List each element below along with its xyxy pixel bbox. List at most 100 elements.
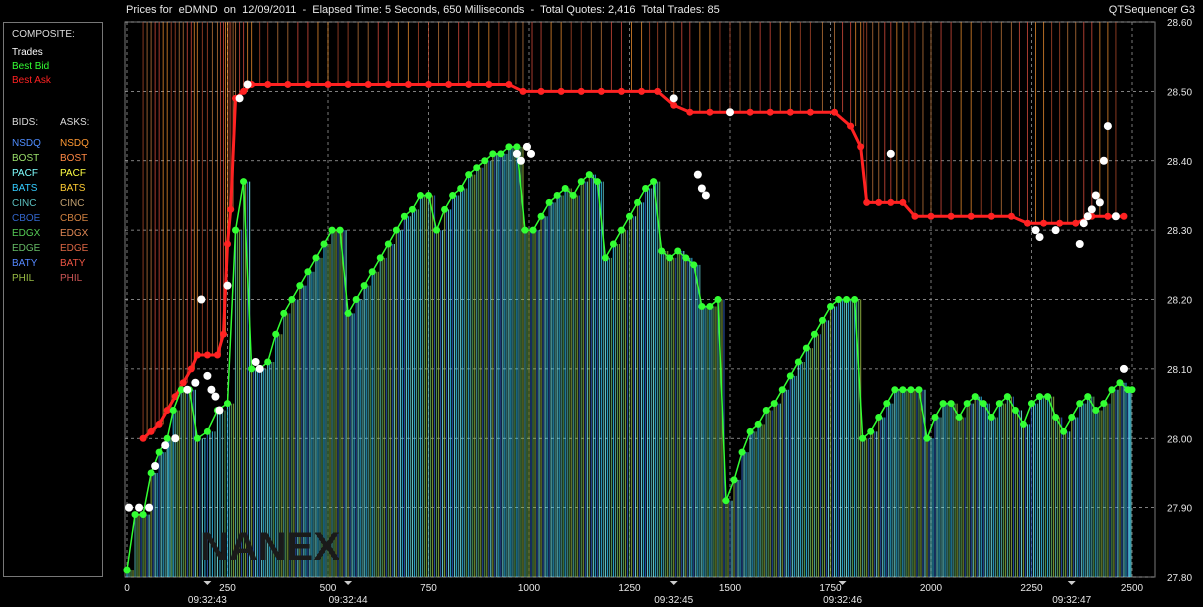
best-ask-point [187, 365, 195, 373]
best-bid-point [738, 448, 746, 456]
y-tick-label: 28.40 [1167, 157, 1192, 168]
time-marker [1067, 581, 1076, 585]
best-bid-point [465, 171, 473, 179]
best-ask-point [1040, 219, 1048, 227]
best-ask-point [163, 407, 171, 414]
y-tick-label: 28.10 [1167, 365, 1192, 376]
trades-point [161, 441, 170, 450]
trades-point [669, 94, 678, 103]
y-tick-label: 27.90 [1167, 504, 1192, 515]
best-ask-point [465, 80, 473, 88]
best-bid-point [1108, 386, 1116, 394]
trades-point [693, 170, 702, 179]
best-bid-point [730, 476, 738, 484]
best-ask-point [1104, 212, 1112, 220]
best-bid-point [682, 254, 690, 262]
best-bid-point [344, 309, 352, 317]
best-bid-point [947, 400, 955, 408]
best-bid-point [609, 240, 617, 248]
best-bid-point [155, 448, 163, 456]
best-ask-point [654, 87, 662, 95]
time-marker [344, 581, 353, 585]
best-bid-point [433, 226, 441, 234]
best-ask-point [139, 434, 147, 442]
time-label: 09:32:46 [823, 595, 862, 606]
best-ask-point [213, 351, 221, 359]
best-ask-point [519, 87, 527, 95]
best-bid-point [907, 386, 915, 394]
best-bid-point [224, 400, 231, 408]
best-ask-point [746, 108, 754, 116]
best-bid-point [376, 254, 384, 262]
best-bid-point [288, 296, 296, 303]
best-bid-point [1060, 427, 1068, 435]
best-bid-point [915, 386, 923, 394]
trades-point [125, 503, 134, 512]
trades-point [223, 281, 232, 290]
best-bid-point [642, 185, 650, 192]
best-ask-point [857, 143, 865, 151]
best-bid-point [320, 240, 328, 248]
best-ask-point [686, 108, 694, 116]
best-ask-point [404, 80, 412, 88]
trades-point [522, 142, 531, 151]
best-bid-point [1076, 400, 1084, 408]
best-bid-point [931, 413, 939, 421]
best-bid-point [674, 247, 682, 255]
x-tick-label: 1250 [618, 583, 641, 594]
best-bid-point [1100, 400, 1108, 408]
best-ask-point [1056, 219, 1064, 227]
best-bid-point [416, 191, 424, 199]
best-bid-point [473, 164, 481, 172]
best-bid-point [513, 143, 521, 151]
best-bid-point [497, 150, 505, 158]
best-bid-point [336, 226, 344, 234]
best-bid-point [312, 254, 320, 262]
best-bid-point [593, 178, 601, 186]
best-bid-point [408, 205, 416, 213]
best-bid-point [995, 400, 1003, 408]
best-bid-point [963, 400, 971, 408]
best-ask-point [344, 80, 352, 88]
trades-point [203, 371, 212, 380]
best-bid-point [835, 296, 843, 303]
best-ask-point [863, 198, 871, 206]
x-tick-label: 1750 [819, 583, 842, 594]
trades-point [151, 462, 160, 470]
trades-point [251, 357, 260, 366]
best-bid-point [810, 330, 818, 338]
best-ask-point [304, 80, 312, 88]
best-ask-point [847, 122, 855, 130]
best-bid-point [368, 268, 376, 276]
trades-point [1091, 191, 1100, 200]
best-bid-point [1084, 393, 1092, 401]
best-ask-point [786, 108, 794, 116]
best-ask-point [706, 108, 714, 116]
x-tick-label: 0 [124, 583, 130, 594]
x-tick-label: 1500 [719, 583, 742, 594]
best-bid-point [384, 240, 392, 248]
y-tick-label: 28.00 [1167, 434, 1192, 445]
best-ask-point [384, 80, 392, 88]
best-ask-point [670, 101, 678, 109]
best-bid-point [123, 566, 131, 574]
y-tick-label: 28.30 [1167, 226, 1192, 237]
trades-point [255, 364, 264, 373]
trades-point [512, 149, 521, 158]
best-bid-point [690, 261, 698, 269]
best-ask-point [224, 240, 231, 248]
best-ask-point [766, 108, 774, 116]
y-tick-label: 28.60 [1167, 18, 1192, 29]
trades-point [171, 434, 180, 443]
trades-point [235, 94, 244, 103]
best-bid-point [786, 372, 794, 380]
best-bid-point [1116, 379, 1124, 387]
best-bid-point [1019, 420, 1027, 428]
trades-point [1087, 205, 1096, 214]
x-tick-label: 2500 [1121, 583, 1144, 594]
best-bid-point [585, 171, 593, 179]
best-ask-point [927, 212, 935, 220]
best-bid-point [441, 205, 449, 213]
best-ask-point [179, 379, 187, 387]
best-bid-point [706, 302, 714, 310]
